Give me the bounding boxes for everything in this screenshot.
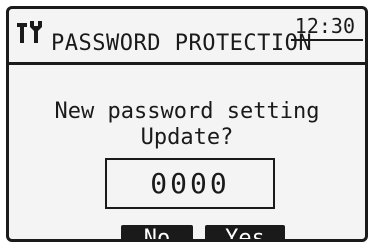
page-title: PASSWORD PROTECTION (51, 31, 313, 56)
header-bar: PASSWORD PROTECTION 12:30 (9, 9, 365, 65)
lcd-screen: PASSWORD PROTECTION 12:30 New password s… (6, 6, 368, 242)
yes-button[interactable]: Yes (205, 225, 285, 239)
clock-time: 12:30 (294, 14, 355, 38)
prompt-line-2: Update? (140, 125, 234, 150)
no-button[interactable]: No (121, 225, 193, 239)
clock-divider (291, 39, 363, 41)
password-display: 0000 (105, 158, 275, 209)
tools-icon (17, 21, 42, 43)
prompt-line-1: New password setting (54, 99, 320, 124)
